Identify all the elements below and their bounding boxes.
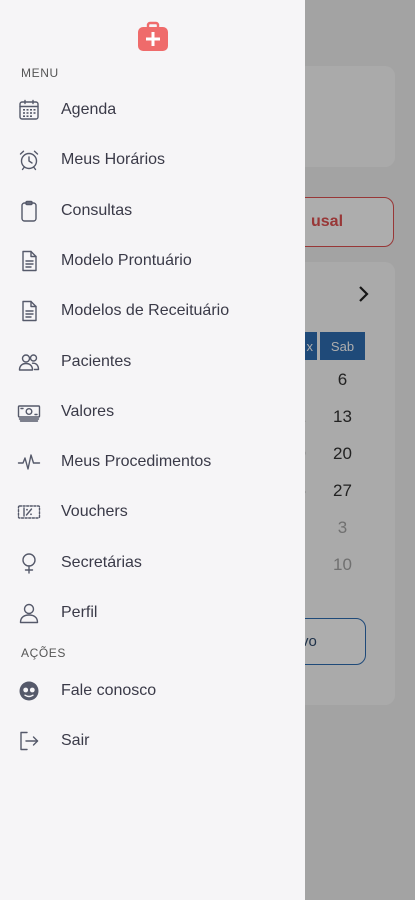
user-icon (17, 601, 41, 625)
menu-item-fale-conosco[interactable]: Fale conosco (0, 671, 305, 711)
menu-item-label: Valores (61, 402, 115, 420)
document-icon (17, 299, 41, 323)
secretary-icon (17, 551, 41, 575)
menu-item-vouchers[interactable]: Vouchers (0, 492, 305, 532)
menu-item-modelos-de-receituario[interactable]: Modelos de Receituário (0, 291, 305, 331)
voucher-icon (17, 500, 41, 524)
menu-item-sair[interactable]: Sair (0, 721, 305, 761)
menu-item-label: Modelo Prontuário (61, 251, 192, 269)
menu-item-valores[interactable]: Valores (0, 392, 305, 432)
menu-item-modelo-prontuario[interactable]: Modelo Prontuário (0, 241, 305, 281)
menu-item-meus-horarios[interactable]: Meus Horários (0, 140, 305, 180)
menu-item-label: Modelos de Receituário (61, 302, 230, 320)
menu-item-pacientes[interactable]: Pacientes (0, 342, 305, 382)
menu-item-secretarias[interactable]: Secretárias (0, 543, 305, 583)
menu-item-agenda[interactable]: Agenda (0, 90, 305, 130)
menu-item-label: Meus Horários (61, 151, 166, 169)
medical-kit-icon (138, 21, 168, 51)
clipboard-icon (17, 199, 41, 223)
logout-icon (17, 729, 41, 753)
users-icon (17, 350, 41, 374)
calendar-icon (17, 98, 41, 122)
menu-item-label: Pacientes (61, 352, 132, 370)
alarm-clock-icon (17, 148, 41, 172)
menu-item-label: Vouchers (61, 503, 128, 521)
menu-item-meus-procedimentos[interactable]: Meus Procedimentos (0, 442, 305, 482)
menu-section-label: MENU (21, 66, 59, 80)
navigation-drawer: MENU Agenda Meus Horários Consultas Modelo … (0, 0, 305, 900)
menu-item-label: Agenda (61, 101, 117, 118)
menu-item-label: Secretárias (61, 553, 142, 571)
menu-item-label: Consultas (61, 201, 133, 219)
support-icon (17, 679, 41, 703)
menu-item-label: Meus Procedimentos (61, 453, 212, 471)
money-icon (17, 400, 41, 424)
menu-item-label: Perfil (61, 604, 98, 621)
menu-item-consultas[interactable]: Consultas (0, 191, 305, 231)
pulse-icon (17, 450, 41, 474)
menu-item-label: Fale conosco (61, 682, 157, 699)
menu-item-perfil[interactable]: Perfil (0, 593, 305, 633)
document-icon (17, 249, 41, 273)
actions-section-label: AÇÕES (21, 646, 67, 660)
menu-item-label: Sair (61, 732, 90, 749)
